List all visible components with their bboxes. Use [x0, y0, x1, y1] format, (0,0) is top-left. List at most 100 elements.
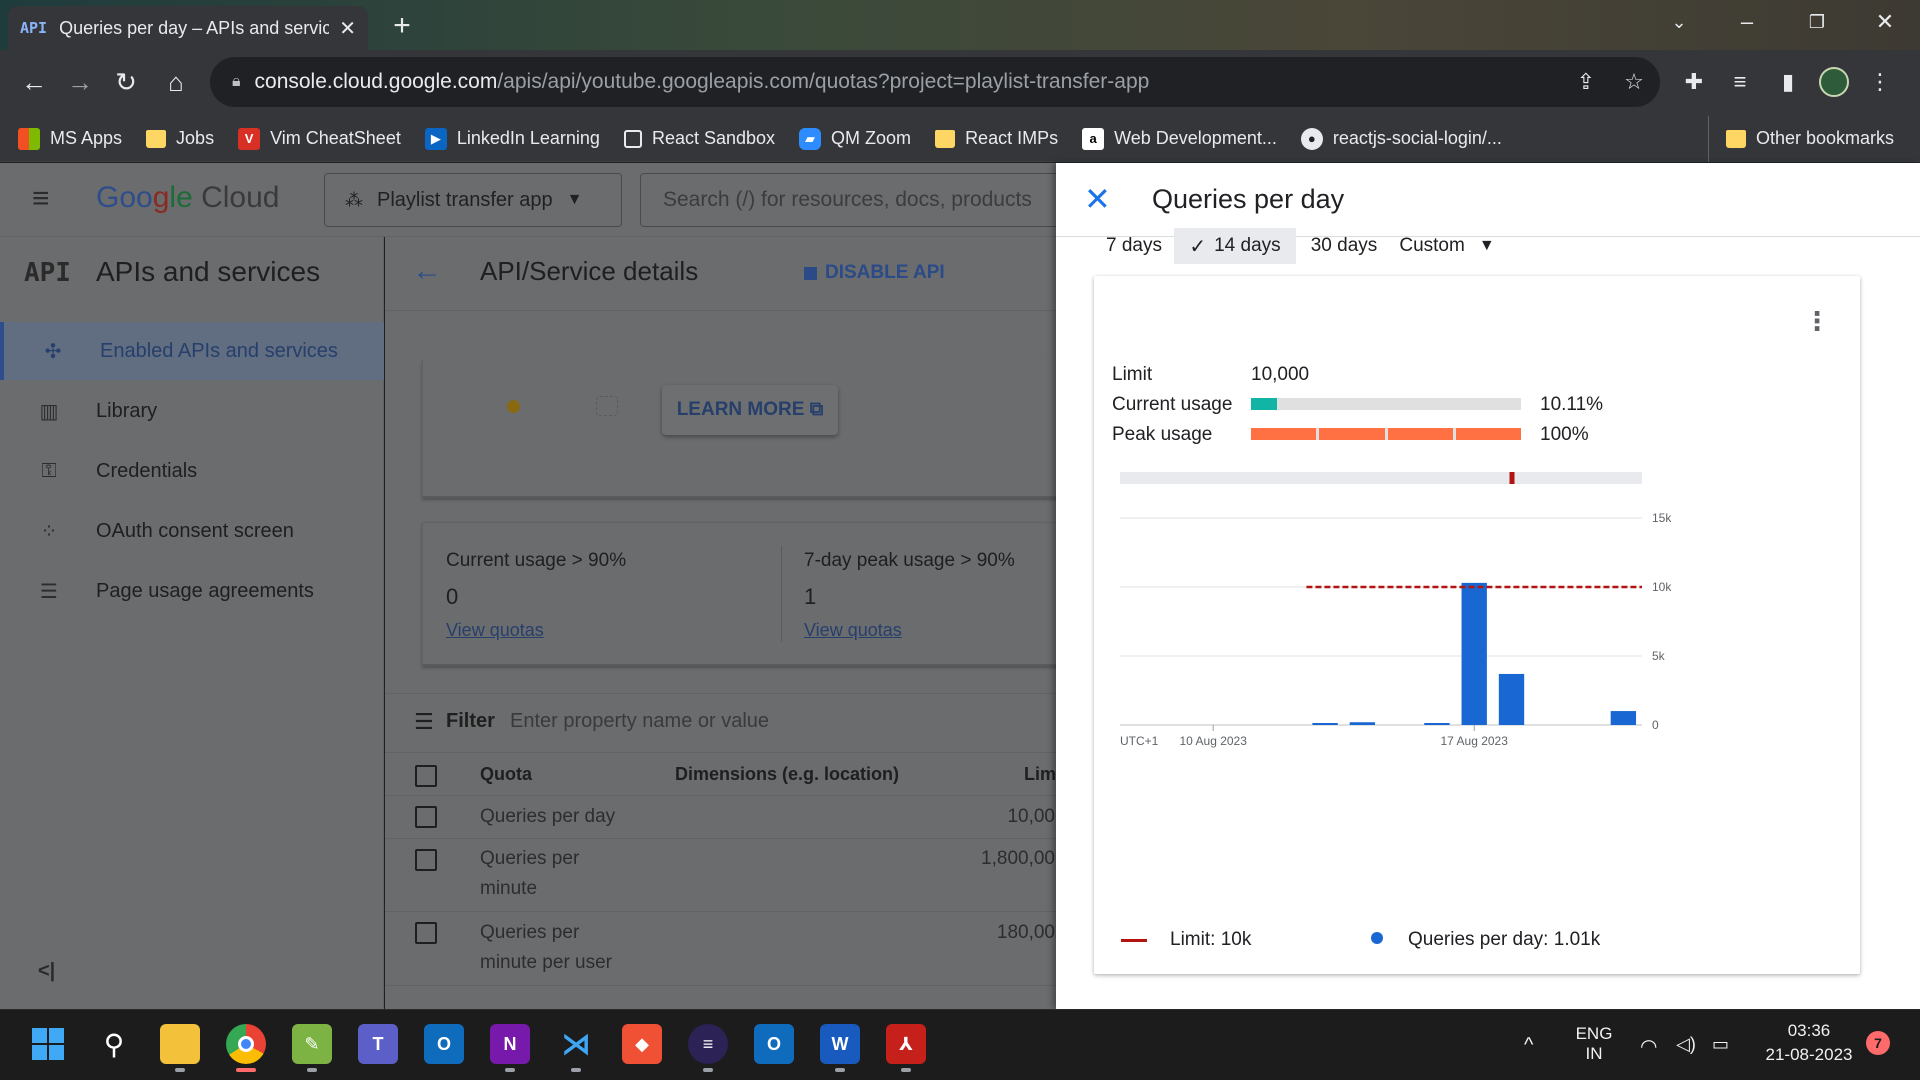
bookmark-web-development[interactable]: a Web Development...	[1082, 127, 1277, 150]
bookmark-qm-zoom[interactable]: ▰ QM Zoom	[799, 127, 911, 150]
sidebar-item-label: Credentials	[96, 459, 198, 482]
close-panel-icon[interactable]: ✕	[1084, 180, 1111, 218]
back-arrow-icon[interactable]: ←	[412, 254, 442, 288]
logo-part: g	[152, 181, 170, 214]
restore-button[interactable]: ❐	[1782, 0, 1852, 44]
settings-list-icon: ☰	[40, 580, 58, 603]
legend-series-label: Queries per day:	[1408, 929, 1549, 950]
quota-name: Queries per	[480, 848, 580, 869]
more-options-icon[interactable]: ⋮	[1804, 306, 1830, 337]
column-header-limit[interactable]: Lim	[1024, 764, 1056, 785]
bookmark-reactjs-social-login[interactable]: ● reactjs-social-login/...	[1300, 127, 1502, 150]
current-usage-fill	[1251, 398, 1278, 410]
tab-search-icon[interactable]: ⌄	[1644, 0, 1714, 44]
notepad-icon[interactable]: ✎	[292, 1024, 332, 1064]
search-icon[interactable]: ⚲	[94, 1024, 134, 1064]
file-explorer-icon[interactable]	[160, 1024, 200, 1064]
range-custom-dropdown[interactable]: Custom ▼	[1392, 228, 1502, 264]
search-input[interactable]: Search (/) for resources, docs, products	[640, 173, 1060, 227]
column-header-quota[interactable]: Quota	[480, 764, 532, 785]
hamburger-menu-icon[interactable]: ≡	[32, 184, 68, 214]
address-bar[interactable]: 🔒︎ console.cloud.google.com /apis/api/yo…	[210, 57, 1660, 107]
view-quotas-link[interactable]: View quotas	[446, 620, 544, 641]
back-button[interactable]: ←	[12, 60, 56, 104]
collapse-sidebar-button[interactable]: <|	[38, 960, 55, 983]
project-picker[interactable]: ⁂ Playlist transfer app ▼	[324, 173, 622, 227]
new-tab-button[interactable]: +	[382, 8, 422, 44]
side-panel-icon[interactable]: ▮	[1766, 60, 1810, 104]
bookmark-react-imps[interactable]: React IMPs	[935, 128, 1058, 149]
onenote-icon[interactable]: N	[490, 1024, 530, 1064]
logo-part: Goo	[96, 181, 153, 214]
bookmark-ms-apps[interactable]: MS Apps	[18, 127, 122, 150]
sidebar-item-label: Enabled APIs and services	[100, 339, 338, 362]
row-checkbox[interactable]	[415, 849, 437, 871]
forward-button[interactable]: →	[58, 60, 102, 104]
media-control-icon[interactable]: ≡	[1718, 60, 1762, 104]
bookmark-star-icon[interactable]: ☆	[1612, 60, 1656, 104]
reload-button[interactable]: ↻	[104, 60, 148, 104]
range-30-days[interactable]: 30 days	[1300, 228, 1388, 264]
share-icon[interactable]: ⇪	[1564, 60, 1608, 104]
volume-icon[interactable]: ◁)	[1676, 1034, 1696, 1055]
bookmark-label: Web Development...	[1114, 128, 1277, 148]
bookmark-vim-cheatsheet[interactable]: V Vim CheatSheet	[238, 127, 401, 150]
page-title: API/Service details	[480, 256, 699, 286]
close-window-button[interactable]: ✕	[1850, 0, 1920, 44]
battery-icon[interactable]: ▭	[1712, 1034, 1729, 1055]
sidebar-item-oauth-consent[interactable]: ⁘ OAuth consent screen	[0, 502, 384, 560]
key-icon: ⚿	[41, 459, 57, 482]
teams-icon[interactable]: T	[358, 1024, 398, 1064]
home-button[interactable]: ⌂	[154, 60, 198, 104]
row-checkbox[interactable]	[415, 922, 437, 944]
select-all-checkbox[interactable]	[415, 765, 437, 787]
bookmark-label: LinkedIn Learning	[456, 128, 600, 148]
view-quotas-link[interactable]: View quotas	[804, 620, 902, 641]
chrome-menu-icon[interactable]: ⋮	[1858, 60, 1902, 104]
bookmark-linkedin-learning[interactable]: ▶ LinkedIn Learning	[424, 127, 600, 150]
notification-badge[interactable]: 7	[1866, 1031, 1890, 1055]
sidebar-item-library[interactable]: ▥ Library	[0, 382, 384, 440]
range-14-days[interactable]: ✓ 14 days	[1174, 228, 1296, 264]
eclipse-icon[interactable]: ≡	[688, 1024, 728, 1064]
word-icon[interactable]: W	[820, 1024, 860, 1064]
profile-avatar[interactable]	[1812, 60, 1856, 104]
chevron-up-icon[interactable]: ^	[1524, 1034, 1533, 1057]
language-indicator[interactable]: ENG IN	[1574, 1024, 1614, 1064]
bookmark-jobs[interactable]: Jobs	[146, 128, 214, 149]
other-bookmarks[interactable]: Other bookmarks	[1726, 128, 1894, 149]
limit-value: 10,000	[1251, 364, 1310, 385]
sidebar-item-credentials[interactable]: ⚿ Credentials	[0, 442, 384, 500]
disable-api-button[interactable]: DISABLE API	[804, 262, 945, 284]
sidebar-item-enabled-apis[interactable]: ✣ Enabled APIs and services	[0, 322, 384, 380]
row-checkbox[interactable]	[415, 806, 437, 828]
sidebar-item-page-usage-agreements[interactable]: ☰ Page usage agreements	[0, 562, 384, 620]
learn-more-button[interactable]: LEARN MORE ⧉	[662, 385, 838, 435]
browser-tab[interactable]: API Queries per day – APIs and servic ✕	[8, 6, 368, 50]
api-favicon-icon: API	[20, 19, 48, 37]
running-indicator	[505, 1068, 515, 1072]
filter-input[interactable]: Enter property name or value	[510, 710, 769, 733]
current-usage-segment	[1455, 398, 1521, 410]
filter-icon[interactable]: ☰	[414, 709, 434, 735]
clock[interactable]: 03:36 21-08-2023	[1756, 1021, 1862, 1065]
legend-series: Queries per day: 1.01k	[1408, 929, 1600, 951]
minimize-button[interactable]: –	[1712, 0, 1782, 44]
outlook-icon[interactable]: O	[424, 1024, 464, 1064]
column-header-dimensions[interactable]: Dimensions (e.g. location)	[675, 764, 899, 785]
extensions-icon[interactable]: ✚	[1672, 60, 1716, 104]
zoom-icon: ▰	[799, 127, 822, 150]
current-usage-segment	[1251, 398, 1317, 410]
range-7-days[interactable]: 7 days	[1094, 228, 1174, 264]
acrobat-icon[interactable]: ⅄	[886, 1024, 926, 1064]
bookmark-react-sandbox[interactable]: React Sandbox	[623, 128, 775, 149]
git-icon[interactable]: ◆	[622, 1024, 662, 1064]
start-icon[interactable]	[28, 1024, 68, 1064]
vscode-icon[interactable]: ⋊	[556, 1024, 596, 1064]
google-cloud-logo[interactable]: Google Cloud	[96, 181, 279, 215]
wifi-icon[interactable]: ◠	[1640, 1034, 1657, 1059]
chrome-icon[interactable]	[226, 1024, 266, 1064]
outlook-icon[interactable]: O	[754, 1024, 794, 1064]
search-placeholder: Search (/) for resources, docs, products	[663, 188, 1032, 211]
close-tab-icon[interactable]: ✕	[339, 16, 356, 41]
